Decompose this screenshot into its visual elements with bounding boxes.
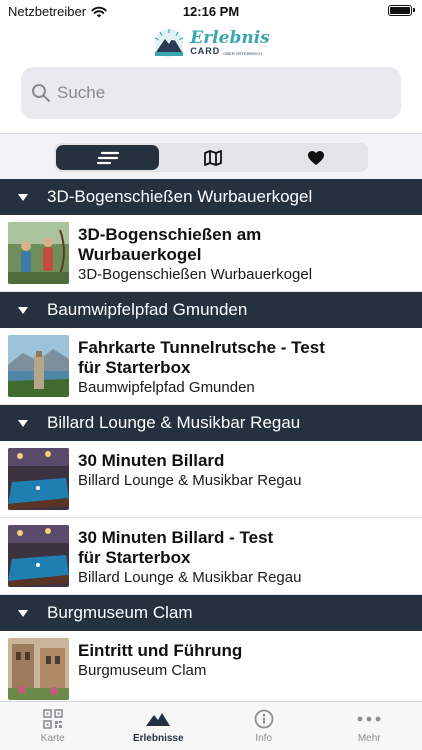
section-header[interactable]: Baumwipfelpfad Gmunden xyxy=(0,292,422,328)
item-title-continued: für Starterbox xyxy=(78,548,191,567)
search-bar[interactable] xyxy=(21,67,401,119)
list-item[interactable]: 30 Minuten Billard - Test für Starterbox… xyxy=(0,518,422,595)
logo-card-text: CARD xyxy=(190,46,221,56)
search-input[interactable] xyxy=(57,83,377,103)
list-item[interactable]: 3D-Bogenschießen am Wurbauerkogel 3D-Bog… xyxy=(0,215,422,292)
app-logo: Erlebnis CARD OBER ÖSTERREICH xyxy=(0,24,422,62)
item-subtitle: 3D-Bogenschießen Wurbauerkogel xyxy=(78,266,313,283)
collapse-chevron-icon xyxy=(18,419,28,427)
section-header[interactable]: Burgmuseum Clam xyxy=(0,595,422,631)
map-icon xyxy=(204,149,222,166)
archery-thumbnail xyxy=(8,222,69,284)
item-title-continued: Wurbauerkogel xyxy=(78,245,202,264)
list-icon xyxy=(96,151,119,164)
info-icon xyxy=(254,709,274,729)
logo-region-text: OBER ÖSTERREICH xyxy=(223,51,262,56)
item-subtitle: Baumwipfelpfad Gmunden xyxy=(78,379,255,396)
item-title: Eintritt und Führung xyxy=(78,641,243,660)
tab-label: Info xyxy=(255,733,273,744)
item-text: 30 Minuten Billard Billard Lounge & Musi… xyxy=(78,448,301,510)
section-header[interactable]: Billard Lounge & Musikbar Regau xyxy=(0,405,422,441)
billiard-thumbnail xyxy=(8,525,69,587)
section-title: Baumwipfelpfad Gmunden xyxy=(47,300,248,319)
tab-info[interactable]: Info xyxy=(211,702,317,750)
tab-label: Erlebnisse xyxy=(132,733,184,744)
item-title: Fahrkarte Tunnelrutsche - Test xyxy=(78,338,325,357)
search-icon xyxy=(32,84,50,102)
item-text: 30 Minuten Billard - Test für Starterbox… xyxy=(78,525,301,587)
list-item[interactable]: Fahrkarte Tunnelrutsche - Test für Start… xyxy=(0,328,422,405)
battery-icon xyxy=(388,5,415,16)
collapse-chevron-icon xyxy=(18,306,28,314)
qr-code-icon xyxy=(42,709,63,729)
item-title: 3D-Bogenschießen am xyxy=(78,225,262,244)
mountain-icon xyxy=(146,713,171,726)
item-title: 30 Minuten Billard xyxy=(78,451,225,470)
section-title: Billard Lounge & Musikbar Regau xyxy=(47,413,301,432)
item-text: 3D-Bogenschießen am Wurbauerkogel 3D-Bog… xyxy=(78,222,312,284)
billiard-thumbnail xyxy=(8,448,69,510)
section-header[interactable]: 3D-Bogenschießen Wurbauerkogel xyxy=(0,179,422,215)
segment-list-view[interactable] xyxy=(56,145,160,170)
castle-museum-thumbnail xyxy=(8,638,69,700)
section-title: 3D-Bogenschießen Wurbauerkogel xyxy=(47,187,313,206)
segment-favorites-view[interactable] xyxy=(265,143,368,172)
experience-list: 3D-Bogenschießen Wurbauerkogel 3D-Bogens… xyxy=(0,179,422,701)
treetop-walk-thumbnail xyxy=(8,335,69,397)
logo-wordmark: Erlebnis CARD OBER ÖSTERREICH xyxy=(190,30,269,56)
list-item[interactable]: Eintritt und Führung Burgmuseum Clam xyxy=(0,631,422,701)
collapse-chevron-icon xyxy=(18,609,28,617)
collapse-chevron-icon xyxy=(18,193,28,201)
view-segmented-control xyxy=(54,143,368,172)
status-time: 12:16 PM xyxy=(182,4,240,19)
item-title: 30 Minuten Billard - Test xyxy=(78,528,274,547)
item-text: Fahrkarte Tunnelrutsche - Test für Start… xyxy=(78,335,325,397)
more-icon xyxy=(357,716,381,722)
heart-icon xyxy=(308,150,325,165)
tab-label: Karte xyxy=(40,733,65,744)
tab-label: Mehr xyxy=(357,733,381,744)
mountain-logo-icon xyxy=(155,29,184,57)
list-item[interactable]: 30 Minuten Billard Billard Lounge & Musi… xyxy=(0,441,422,518)
status-bar: Netzbetreiber 12:16 PM xyxy=(0,0,422,22)
item-subtitle: Billard Lounge & Musikbar Regau xyxy=(78,569,302,586)
item-text: Eintritt und Führung Burgmuseum Clam xyxy=(78,638,242,700)
segment-map-view[interactable] xyxy=(161,143,264,172)
section-title: Burgmuseum Clam xyxy=(47,603,193,622)
logo-script-text: Erlebnis xyxy=(190,28,270,48)
tab-erlebnisse[interactable]: Erlebnisse xyxy=(106,702,212,750)
tab-bar: Karte Erlebnisse Info Mehr xyxy=(0,701,422,750)
item-subtitle: Billard Lounge & Musikbar Regau xyxy=(78,472,302,489)
view-switcher-bar xyxy=(0,133,422,179)
tab-karte[interactable]: Karte xyxy=(0,702,106,750)
item-subtitle: Burgmuseum Clam xyxy=(78,662,207,679)
item-title-continued: für Starterbox xyxy=(78,358,191,377)
tab-mehr[interactable]: Mehr xyxy=(317,702,422,750)
